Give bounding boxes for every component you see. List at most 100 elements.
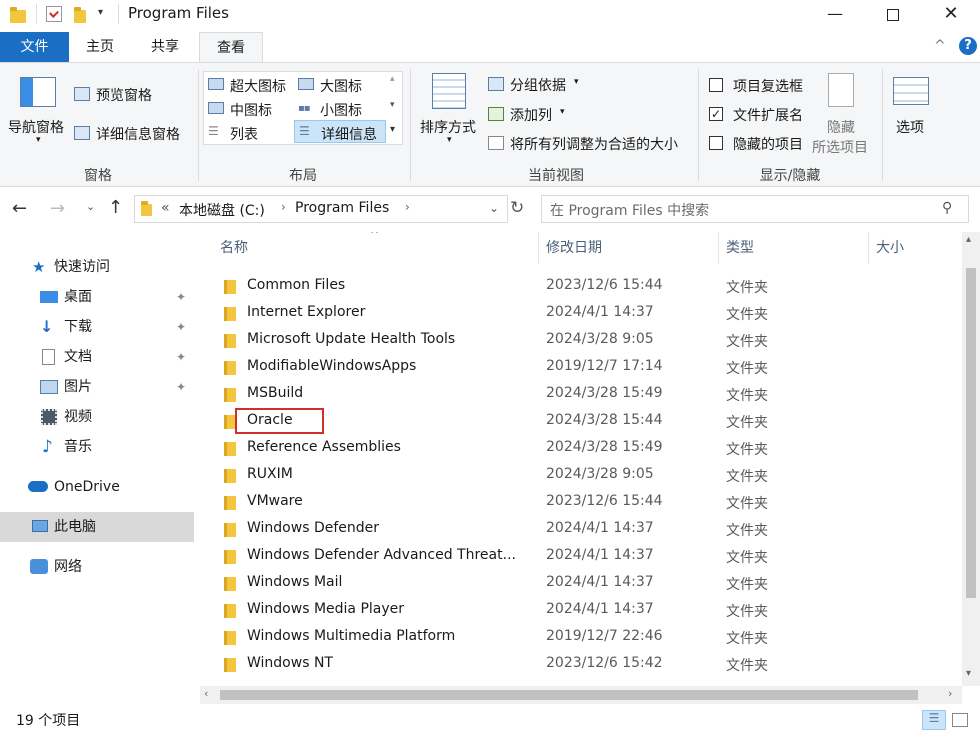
new-folder-icon[interactable]	[74, 7, 86, 23]
file-row[interactable]: RUXIM 2024/3/28 9:05 文件夹	[200, 462, 960, 489]
nav-item-music[interactable]: ♪ 音乐	[0, 432, 194, 462]
chevron-right-icon[interactable]: ›	[405, 200, 410, 214]
scrollbar-thumb[interactable]	[220, 690, 918, 700]
forward-arrow-icon[interactable]: →	[50, 198, 65, 219]
nav-label: 桌面	[64, 289, 92, 305]
nav-item-onedrive[interactable]: OneDrive	[0, 472, 194, 502]
file-row[interactable]: Windows Defender 2024/4/1 14:37 文件夹	[200, 516, 960, 543]
nav-item-this-pc[interactable]: 此电脑	[0, 512, 194, 542]
refresh-icon[interactable]: ↻	[510, 198, 524, 218]
address-bar[interactable]: « 本地磁盘 (C:) › Program Files › ⌄	[134, 195, 508, 223]
breadcrumb-local-disk[interactable]: 本地磁盘 (C:)	[179, 200, 265, 220]
address-dropdown-icon[interactable]: ⌄	[489, 201, 499, 215]
search-icon[interactable]: ⚲	[942, 200, 952, 216]
file-row[interactable]: Internet Explorer 2024/4/1 14:37 文件夹	[200, 300, 960, 327]
group-by-icon	[488, 77, 504, 91]
help-icon[interactable]: ?	[959, 37, 977, 55]
item-checkboxes-checkbox[interactable]	[709, 78, 723, 92]
file-type: 文件夹	[726, 415, 768, 431]
nav-label: OneDrive	[54, 479, 120, 495]
recent-locations-icon[interactable]: ⌄	[86, 200, 95, 213]
file-date: 2024/3/28 15:44	[546, 412, 663, 428]
file-row[interactable]: Windows Multimedia Platform 2019/12/7 22:…	[200, 624, 960, 651]
scroll-right-icon[interactable]: ›	[948, 687, 952, 700]
file-row[interactable]: Microsoft Update Health Tools 2024/3/28 9…	[200, 327, 960, 354]
search-placeholder: 在 Program Files 中搜索	[550, 203, 710, 219]
properties-icon[interactable]	[46, 6, 62, 22]
maximize-button[interactable]	[864, 0, 922, 30]
details-view-icon[interactable]: ☰	[922, 710, 946, 730]
file-row[interactable]: Windows Defender Advanced Threat... 2024/…	[200, 543, 960, 570]
nav-label: 图片	[64, 379, 92, 395]
hide-selected-button[interactable]: 隐藏 所选项目	[810, 71, 876, 157]
pin-icon[interactable]: ✦	[176, 372, 186, 402]
file-name: MSBuild	[247, 385, 304, 401]
scroll-down-icon[interactable]: ▾	[966, 668, 971, 679]
file-extensions-checkbox[interactable]: ✓	[709, 107, 723, 121]
scroll-up-icon[interactable]: ▴	[966, 234, 971, 245]
scrollbar-thumb[interactable]	[966, 268, 976, 598]
file-row[interactable]: MSBuild 2024/3/28 15:49 文件夹	[200, 381, 960, 408]
file-type: 文件夹	[726, 496, 768, 512]
nav-item-pictures[interactable]: 图片 ✦	[0, 372, 194, 402]
file-row[interactable]: Windows NT 2023/12/6 15:42 文件夹	[200, 651, 960, 678]
divider	[882, 69, 883, 181]
folder-icon	[224, 604, 236, 618]
vertical-scrollbar[interactable]: ▴ ▾	[962, 232, 980, 686]
tab-home[interactable]: 主页	[69, 32, 131, 62]
scroll-left-icon[interactable]: ‹	[204, 687, 208, 700]
options-button[interactable]: 选项	[888, 71, 934, 151]
nav-item-documents[interactable]: 文档 ✦	[0, 342, 194, 372]
folder-icon	[224, 388, 236, 402]
breadcrumb-overflow[interactable]: «	[161, 200, 170, 216]
file-type: 文件夹	[726, 604, 768, 620]
column-divider[interactable]	[538, 232, 539, 264]
details-option[interactable]: ☰ 详细信息	[294, 120, 386, 143]
column-header-name[interactable]: 名称	[220, 232, 248, 264]
file-row[interactable]: Windows Mail 2024/4/1 14:37 文件夹	[200, 570, 960, 597]
collapse-ribbon-icon[interactable]: ^	[934, 38, 946, 54]
file-row[interactable]: Windows Media Player 2024/4/1 14:37 文件夹	[200, 597, 960, 624]
minimize-button[interactable]: —	[806, 0, 864, 30]
tab-share[interactable]: 共享	[131, 32, 199, 62]
breadcrumb-program-files[interactable]: Program Files	[295, 200, 389, 216]
horizontal-scrollbar[interactable]: ‹ ›	[200, 686, 962, 704]
gallery-up-icon[interactable]: ▴	[390, 74, 395, 84]
extra-large-icons-icon	[208, 78, 224, 90]
large-icons-view-icon[interactable]	[952, 713, 968, 727]
column-header-size[interactable]: 大小	[876, 232, 904, 264]
nav-item-quick-access[interactable]: ★ 快速访问	[0, 252, 194, 282]
column-header-type[interactable]: 类型	[726, 232, 754, 264]
file-type: 文件夹	[726, 442, 768, 458]
nav-item-downloads[interactable]: ↓ 下载 ✦	[0, 312, 194, 342]
back-arrow-icon[interactable]: ←	[12, 198, 27, 219]
pin-icon[interactable]: ✦	[176, 342, 186, 372]
search-box[interactable]: 在 Program Files 中搜索 ⚲	[541, 195, 969, 223]
customize-toolbar-icon[interactable]: ▾	[98, 7, 103, 18]
column-divider[interactable]	[868, 232, 869, 264]
gallery-down-icon[interactable]: ▾	[390, 100, 395, 110]
tab-view[interactable]: 查看	[199, 32, 263, 63]
nav-item-network[interactable]: 网络	[0, 552, 194, 582]
close-button[interactable]: ✕	[922, 0, 980, 30]
hidden-items-checkbox[interactable]	[709, 136, 723, 150]
file-row[interactable]: Reference Assemblies 2024/3/28 15:49 文件夹	[200, 435, 960, 462]
file-row[interactable]: Common Files 2023/12/6 15:44 文件夹	[200, 273, 960, 300]
item-checkboxes-label: 项目复选框	[733, 79, 803, 95]
file-row[interactable]: VMware 2023/12/6 15:44 文件夹	[200, 489, 960, 516]
sort-by-button[interactable]: 排序方式 ▾	[416, 71, 484, 151]
nav-item-videos[interactable]: 视频	[0, 402, 194, 432]
pin-icon[interactable]: ✦	[176, 282, 186, 312]
column-divider[interactable]	[718, 232, 719, 264]
nav-label: 网络	[54, 559, 82, 575]
pin-icon[interactable]: ✦	[176, 312, 186, 342]
file-row[interactable]: ModifiableWindowsApps 2019/12/7 17:14 文件夹	[200, 354, 960, 381]
chevron-right-icon[interactable]: ›	[281, 200, 286, 214]
options-label: 选项	[896, 120, 924, 136]
column-header-modified[interactable]: 修改日期	[546, 232, 602, 264]
gallery-more-icon[interactable]: ▾	[390, 124, 395, 135]
tab-file[interactable]: 文件	[0, 32, 69, 62]
nav-item-desktop[interactable]: 桌面 ✦	[0, 282, 194, 312]
nav-pane-button[interactable]: 导航窗格 ▾	[6, 69, 72, 161]
up-arrow-icon[interactable]: ↑	[108, 197, 123, 218]
